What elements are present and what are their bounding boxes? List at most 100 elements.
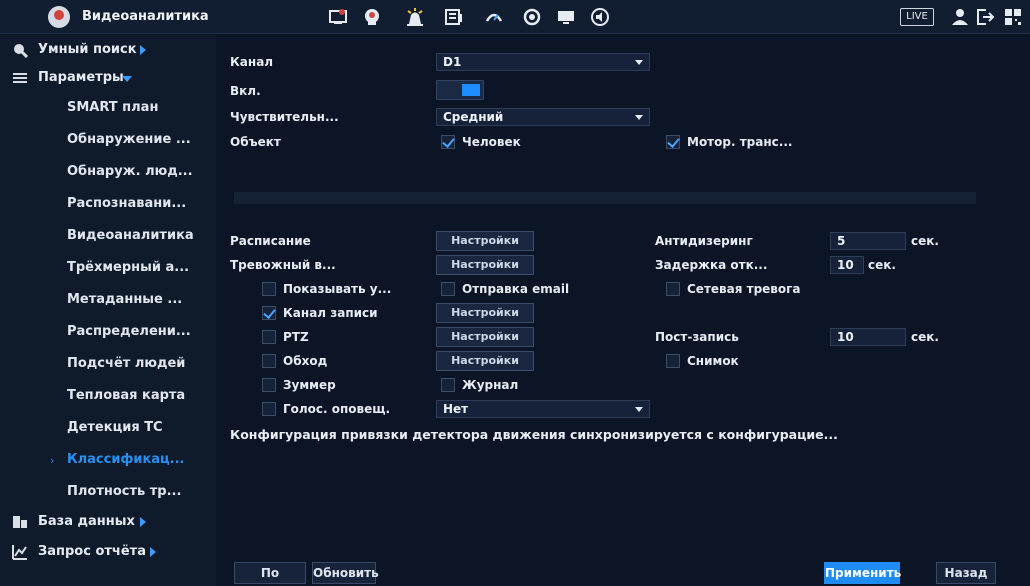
sidebar-item-label: Параметры [38, 70, 124, 85]
storage-icon[interactable] [444, 7, 464, 27]
sidebar-subitem-label: Классификац... [67, 452, 185, 467]
delay-input[interactable]: 10 [830, 256, 864, 274]
sidebar-subitem-label: Трёхмерный а... [67, 260, 190, 275]
enable-toggle[interactable] [436, 80, 484, 100]
ptz-label: PTZ [283, 330, 309, 344]
sound-icon[interactable] [590, 7, 610, 27]
sidebar-subitem-heatmap[interactable]: Тепловая карта [0, 382, 216, 410]
alarm-icon[interactable] [405, 7, 425, 27]
voice-checkbox[interactable] [262, 402, 276, 416]
record-channel-settings-button[interactable]: Настройки [436, 303, 534, 323]
antidither-unit: сек. [911, 234, 939, 248]
sidebar-item-label: База данных [38, 514, 135, 529]
sidebar-item-report[interactable]: Запрос отчёта [0, 538, 216, 566]
delay-label: Задержка отк... [655, 258, 768, 272]
show-label: Показывать у... [283, 282, 392, 296]
network-alarm-label: Сетевая тревога [687, 282, 801, 296]
sync-note: Конфигурация привязки детектора движения… [230, 427, 838, 442]
sidebar-item-smart-search[interactable]: Умный поиск [0, 36, 216, 64]
sidebar-subitem-metadata[interactable]: Метаданные ... [0, 286, 216, 314]
schedule-settings-button[interactable]: Настройки [436, 231, 534, 251]
tour-settings-button[interactable]: Настройки [436, 351, 534, 371]
antidither-input[interactable]: 5 [830, 232, 906, 250]
back-button[interactable]: Назад [936, 562, 996, 584]
default-button[interactable]: По умолч... [234, 562, 306, 584]
post-record-unit: сек. [911, 330, 939, 344]
network-alarm-checkbox[interactable] [666, 282, 680, 296]
sidebar-subitem-distribution[interactable]: Распределени... [0, 318, 216, 346]
sidebar: Умный поиск Параметры SMART план Обнаруж… [0, 34, 216, 586]
sidebar-item-label: Запрос отчёта [38, 544, 146, 559]
object-vehicle-checkbox[interactable] [666, 135, 680, 149]
sidebar-item-label: Умный поиск [38, 42, 137, 57]
chart-icon [12, 544, 28, 560]
network-icon[interactable] [484, 7, 504, 27]
camera-icon[interactable] [522, 7, 542, 27]
sidebar-subitem-label: Распределени... [67, 324, 191, 339]
list-icon [12, 70, 28, 86]
chevron-right-icon [140, 45, 146, 55]
sidebar-subitem-label: Распознавани... [67, 196, 187, 211]
sidebar-subitem-people-detection[interactable]: Обнаруж. люд... [0, 158, 216, 186]
app-title: Видеоаналитика [82, 9, 209, 24]
tour-checkbox[interactable] [262, 354, 276, 368]
sidebar-item-database[interactable]: База данных [0, 508, 216, 536]
sidebar-subitem-vehicle-detection[interactable]: Детекция ТС [0, 414, 216, 442]
sidebar-subitem-3d[interactable]: Трёхмерный а... [0, 254, 216, 282]
sidebar-subitem-label: Обнаружение ... [67, 132, 191, 147]
user-icon[interactable] [950, 7, 970, 27]
post-record-label: Пост-запись [655, 330, 739, 344]
alarm-in-label: Тревожный в... [230, 258, 336, 272]
sidebar-subitem-classification[interactable]: › Классификац... [0, 446, 216, 474]
log-checkbox[interactable] [441, 378, 455, 392]
sidebar-subitem-detection[interactable]: Обнаружение ... [0, 126, 216, 154]
object-person-label: Человек [462, 135, 521, 149]
sensitivity-select[interactable]: Средний [436, 108, 650, 126]
sidebar-subitem-video-analytics[interactable]: Видеоаналитика [0, 222, 216, 250]
qr-icon[interactable] [1003, 7, 1023, 27]
refresh-button[interactable]: Обновить [312, 562, 379, 584]
snapshot-checkbox[interactable] [666, 354, 680, 368]
ai-face-icon[interactable] [362, 7, 382, 27]
sidebar-item-parameters[interactable]: Параметры [0, 64, 216, 92]
sensitivity-label: Чувствительн... [230, 110, 339, 124]
send-email-checkbox[interactable] [441, 282, 455, 296]
voice-label: Голос. оповещ. [283, 402, 391, 416]
sidebar-subitem-label: Тепловая карта [67, 388, 186, 403]
antidither-label: Антидизеринг [655, 234, 753, 248]
sidebar-subitem-people-count[interactable]: Подсчёт людей [0, 350, 216, 378]
sidebar-subitem-label: Видеоаналитика [67, 228, 194, 243]
post-record-input[interactable]: 10 [830, 328, 906, 346]
record-channel-checkbox[interactable] [262, 306, 276, 320]
logout-icon[interactable] [975, 7, 995, 27]
search-icon [12, 42, 29, 59]
display-settings-icon[interactable] [328, 7, 348, 27]
show-checkbox[interactable] [262, 282, 276, 296]
sidebar-subitem-recognition[interactable]: Распознавани... [0, 190, 216, 218]
sidebar-subitem-label: Подсчёт людей [67, 356, 186, 371]
object-vehicle-label: Мотор. транс... [687, 135, 793, 149]
chevron-right-icon: › [50, 454, 55, 467]
channel-label: Канал [230, 55, 274, 69]
chevron-down-icon [122, 76, 132, 82]
main-panel: Канал D1 Вкл. Чувствительн... Средний Об… [216, 34, 1030, 586]
monitor-icon[interactable] [556, 7, 576, 27]
tour-label: Обход [283, 354, 328, 368]
object-label: Объект [230, 135, 281, 149]
apply-button[interactable]: Применить [824, 562, 901, 584]
object-person-checkbox[interactable] [441, 135, 455, 149]
ptz-checkbox[interactable] [262, 330, 276, 344]
sidebar-subitem-traffic-density[interactable]: Плотность тр... [0, 478, 216, 506]
voice-select[interactable]: Нет [436, 400, 650, 418]
alarm-in-settings-button[interactable]: Настройки [436, 255, 534, 275]
sidebar-subitem-smart-plan[interactable]: SMART план [0, 94, 216, 122]
sidebar-subitem-label: Детекция ТС [67, 420, 163, 435]
sidebar-subitem-label: Метаданные ... [67, 292, 183, 307]
chevron-right-icon [150, 547, 156, 557]
enable-label: Вкл. [230, 84, 261, 98]
buzzer-checkbox[interactable] [262, 378, 276, 392]
log-label: Журнал [462, 378, 519, 392]
channel-select[interactable]: D1 [436, 53, 650, 71]
ptz-settings-button[interactable]: Настройки [436, 327, 534, 347]
live-view-button[interactable]: LIVE [900, 8, 934, 26]
